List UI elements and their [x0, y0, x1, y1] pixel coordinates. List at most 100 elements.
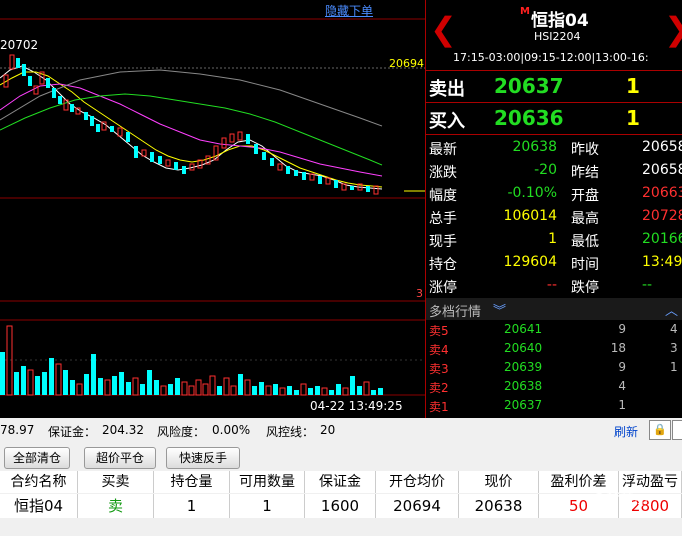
column-header[interactable]: 持仓量 — [154, 471, 230, 493]
stat-value: 20658 — [642, 162, 682, 178]
margin-label: 保证金： — [48, 425, 97, 439]
watermark: @梦妾丽 — [592, 491, 648, 507]
sell-label: 卖出 — [429, 79, 465, 100]
risk-value: 0.00% — [212, 423, 251, 437]
table-cell: 1600 — [305, 494, 376, 518]
stat-row: 涨停 -- 跌停 -- — [426, 274, 682, 297]
depth-title: 多档行情 — [429, 305, 482, 320]
column-header[interactable]: 保证金 — [305, 471, 376, 493]
buy-row[interactable]: 买入 20636 1 — [426, 102, 682, 135]
stat-label: 涨停 — [429, 280, 457, 296]
stat-label: 最高 — [571, 211, 599, 227]
depth-volume: 9 — [618, 360, 626, 374]
ma-line-grey — [0, 69, 383, 127]
price-ref-label: 20694 — [389, 57, 424, 70]
stat-value: -- — [546, 277, 557, 293]
table-cell: 20694 — [376, 494, 459, 518]
depth-row[interactable]: 卖4 20640 18 3 — [426, 339, 682, 358]
balance-tail: 78.97 — [0, 423, 35, 437]
stats-divider — [426, 134, 682, 135]
depth-row[interactable]: 卖2 20638 4 — [426, 377, 682, 396]
next-contract-arrow-icon[interactable]: ❯ — [664, 10, 682, 48]
stat-label: 昨结 — [571, 165, 599, 181]
column-header[interactable]: 可用数量 — [230, 471, 305, 493]
depth-extra: 1 — [670, 360, 678, 374]
quick-reverse-button[interactable]: 快速反手 — [166, 447, 240, 469]
trade-panel: 78.97 保证金： 204.32 风险度： 0.00% 风控线： 20 刷新 … — [0, 418, 682, 536]
table-header: 合约名称 买卖 持仓量 可用数量 保证金 开仓均价 现价 盈利价差 浮动盈亏 — [0, 471, 682, 493]
stat-value: 13:49:51 — [642, 254, 682, 270]
riskline-label: 风控线： — [266, 425, 315, 439]
kline-chart-panel[interactable]: 隐藏下单 20702 20694 3 04-22 13:49:25 — [0, 0, 425, 418]
price-high-label: 20702 — [0, 38, 39, 52]
trading-sessions: 17:15-03:00|09:15-12:00|13:00-16: — [453, 51, 649, 64]
depth-row[interactable]: 卖3 20639 9 1 — [426, 358, 682, 377]
stat-value: 20663 — [642, 185, 682, 201]
stat-label: 总手 — [429, 211, 457, 227]
depth-price: 20637 — [504, 398, 543, 412]
stat-value: 20166 — [642, 231, 682, 247]
stat-label: 涨跌 — [429, 165, 457, 181]
quote-panel: ❮ ❯ M 恒指04 HSI2204 17:15-03:00|09:15-12:… — [425, 0, 682, 418]
column-header[interactable]: 开仓均价 — [376, 471, 459, 493]
settings-icon[interactable] — [672, 420, 682, 440]
prev-contract-arrow-icon[interactable]: ❮ — [430, 10, 457, 48]
table-row[interactable]: 恒指04 卖 1 1 1600 20694 20638 50 2800 — [0, 494, 682, 518]
buy-price: 20636 — [494, 106, 564, 130]
contract-badge: M — [520, 6, 530, 17]
stat-label: 最新 — [429, 142, 457, 158]
sell-volume: 1 — [626, 74, 640, 98]
stat-row: 最新 20638 昨收 20658 — [426, 136, 682, 159]
candlesticks — [3, 54, 379, 195]
stat-row: 幅度 -0.10% 开盘 20663 — [426, 182, 682, 205]
buy-volume: 1 — [626, 106, 640, 130]
table-cell: 恒指04 — [0, 494, 78, 518]
lock-icon[interactable]: 🔒 — [649, 420, 671, 440]
stat-value: 1 — [548, 231, 557, 247]
refresh-link[interactable]: 刷新 — [614, 423, 638, 440]
depth-header[interactable]: 多档行情 ︾ ︿ — [426, 298, 682, 320]
depth-label: 卖5 — [429, 324, 449, 338]
hide-order-link[interactable]: 隐藏下单 — [325, 2, 373, 19]
chart-time-label: 04-22 13:49:25 — [310, 399, 403, 413]
stat-label: 最低 — [571, 234, 599, 250]
depth-label: 卖1 — [429, 400, 449, 414]
depth-extra: 3 — [670, 341, 678, 355]
contract-title: 恒指04 — [531, 11, 589, 31]
depth-row[interactable]: 卖1 20637 1 — [426, 396, 682, 415]
stat-label: 幅度 — [429, 188, 457, 204]
table-cell: 1 — [154, 494, 230, 518]
close-all-button[interactable]: 全部清仓 — [4, 447, 70, 469]
stat-value: 20728 — [642, 208, 682, 224]
depth-volume: 9 — [618, 322, 626, 336]
kline-chart — [0, 18, 425, 396]
sell-row[interactable]: 卖出 20637 1 — [426, 70, 682, 103]
expand-chevron-icon[interactable]: ︾ — [493, 300, 506, 319]
stat-value: 20638 — [512, 139, 557, 155]
column-header[interactable]: 买卖 — [78, 471, 154, 493]
action-buttons: 全部清仓 超价平仓 快速反手 — [0, 447, 682, 469]
buy-label: 买入 — [429, 111, 465, 132]
stat-value: 20658 — [642, 139, 682, 155]
table-cell: 卖 — [78, 494, 154, 518]
collapse-chevron-icon[interactable]: ︿ — [665, 300, 678, 319]
depth-row[interactable]: 卖5 20641 9 4 — [426, 320, 682, 339]
stat-label: 现手 — [429, 234, 457, 250]
depth-volume: 18 — [610, 341, 626, 355]
stat-row: 涨跌 -20 昨结 20658 — [426, 159, 682, 182]
stat-row: 现手 1 最低 20166 — [426, 228, 682, 251]
column-header[interactable]: 现价 — [459, 471, 539, 493]
stat-label: 昨收 — [571, 142, 599, 158]
stat-value: -- — [642, 277, 653, 293]
stat-label: 持仓 — [429, 257, 457, 273]
riskline-value: 20 — [320, 423, 336, 437]
stat-value: 106014 — [503, 208, 557, 224]
depth-volume: 4 — [618, 379, 626, 393]
sell-price: 20637 — [494, 74, 564, 98]
over-price-close-button[interactable]: 超价平仓 — [84, 447, 156, 469]
depth-price: 20639 — [504, 360, 543, 374]
depth-price: 20641 — [504, 322, 543, 336]
stat-value: -20 — [534, 162, 557, 178]
contract-code: HSI2204 — [534, 30, 581, 43]
column-header[interactable]: 合约名称 — [0, 471, 78, 493]
